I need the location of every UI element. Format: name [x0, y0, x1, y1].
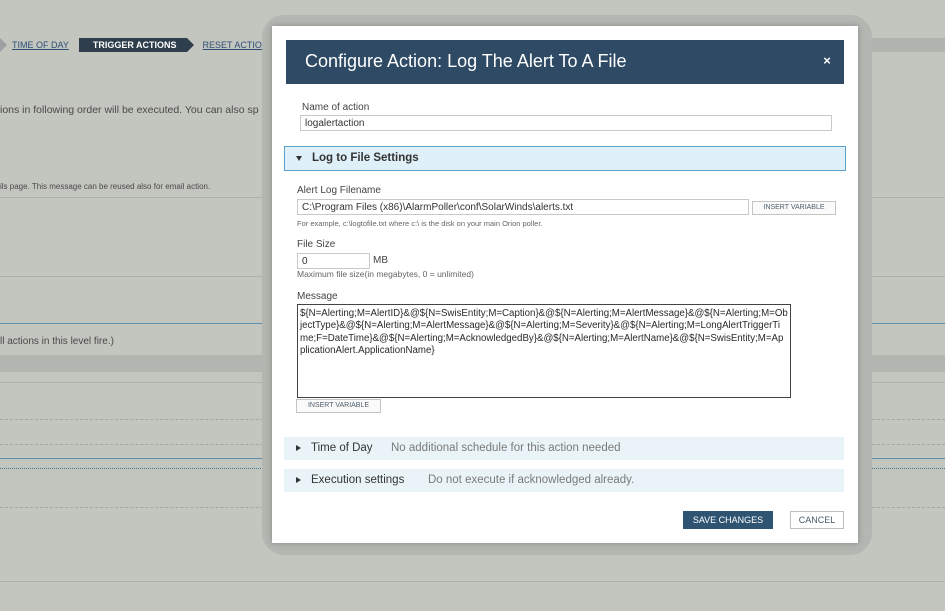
execution-settings-section[interactable]: Execution settings Do not execute if ack…: [284, 469, 844, 492]
log-to-file-settings-header[interactable]: Log to File Settings: [284, 146, 846, 171]
close-icon[interactable]: ×: [820, 54, 834, 68]
background-level-text: ll actions in this level fire.): [0, 336, 114, 347]
caret-right-icon: [296, 445, 301, 451]
background-order-text: ions in following order will be executed…: [0, 104, 259, 116]
breadcrumb-time-of-day[interactable]: TIME OF DAY: [0, 38, 79, 52]
insert-variable-button[interactable]: INSERT VARIABLE: [752, 201, 836, 215]
caret-down-icon: [296, 156, 302, 161]
file-size-hint: Maximum file size(in megabytes, 0 = unli…: [297, 269, 474, 279]
filename-hint: For example, c:\logtofile.txt where c:\ …: [297, 219, 543, 228]
message-label: Message: [297, 291, 338, 302]
execution-settings-desc: Do not execute if acknowledged already.: [428, 474, 635, 486]
file-size-label: File Size: [297, 239, 336, 250]
file-size-input[interactable]: 0: [297, 253, 370, 269]
name-of-action-label: Name of action: [302, 102, 370, 113]
file-size-unit: MB: [373, 255, 388, 266]
caret-right-icon: [296, 477, 301, 483]
breadcrumb: TIME OF DAY TRIGGER ACTIONS RESET ACTION…: [0, 38, 284, 52]
configure-action-dialog: Configure Action: Log The Alert To A Fil…: [272, 26, 858, 543]
alert-log-filename-input[interactable]: C:\Program Files (x86)\AlarmPoller\conf\…: [297, 199, 749, 215]
time-of-day-desc: No additional schedule for this action n…: [391, 442, 621, 454]
name-of-action-input[interactable]: logalertaction: [300, 115, 832, 131]
dialog-title: Configure Action: Log The Alert To A Fil…: [305, 51, 627, 71]
dialog-header: Configure Action: Log The Alert To A Fil…: [286, 40, 844, 84]
alert-log-filename-label: Alert Log Filename: [297, 185, 381, 196]
time-of-day-section[interactable]: Time of Day No additional schedule for t…: [284, 437, 844, 460]
cancel-button[interactable]: CANCEL: [790, 511, 844, 529]
save-changes-button[interactable]: SAVE CHANGES: [683, 511, 773, 529]
time-of-day-title: Time of Day: [311, 442, 373, 454]
message-textarea[interactable]: ${N=Alerting;M=AlertID}&@${N=SwisEntity;…: [297, 304, 791, 398]
execution-settings-title: Execution settings: [311, 474, 405, 486]
section-title: Log to File Settings: [312, 152, 419, 164]
background-message-text: ils page. This message can be reused als…: [0, 182, 211, 191]
breadcrumb-trigger-actions[interactable]: TRIGGER ACTIONS: [78, 38, 194, 52]
divider: [0, 581, 945, 582]
message-insert-variable-button[interactable]: INSERT VARIABLE: [296, 399, 381, 413]
